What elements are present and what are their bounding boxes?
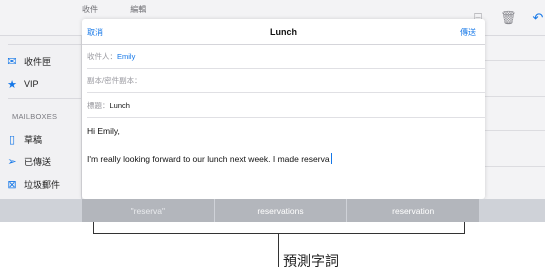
body-text[interactable]: I'm really looking forward to our lunch … [87,154,330,164]
document-icon: ▯ [8,133,16,146]
subject-field[interactable]: 標題： Lunch [87,94,485,118]
sidebar-item-label: 垃圾郵件 [24,179,61,190]
message-list-edge [485,36,545,222]
callout-line [278,234,279,267]
predictive-bar: "reserva" reservations reservation [82,199,480,222]
prediction-suggestion[interactable]: reservations [213,199,347,222]
mailboxes-header: MAILBOXES [12,112,58,121]
reply-icon[interactable]: ↶ [530,10,545,26]
sidebar-item-vip[interactable]: ★ VIP [0,73,82,95]
callout-bracket [93,222,465,234]
callout-label: 預測字詞 [283,253,339,269]
cc-bcc-field[interactable]: 副本/密件副本： [87,69,485,93]
sidebar-item-sent[interactable]: ➢ 已傳送 [0,150,82,172]
compose-nav-bar: 取消 Lunch 傳送 [82,19,485,45]
divider [485,60,545,61]
compose-sheet: 取消 Lunch 傳送 收件人： Emily 副本/密件副本： 標題： Lunc… [82,19,485,199]
prediction-suggestion[interactable]: reservation [346,199,480,222]
sidebar-item-label: VIP [24,79,39,89]
body-greeting[interactable]: Hi Emily, [87,126,120,136]
junk-icon: ⊠ [7,178,17,191]
inbox-icon: ✉ [7,55,17,68]
divider [485,130,545,131]
sidebar-item-inbox[interactable]: ✉ 收件匣 [0,50,82,72]
mailbox-sidebar: ✉ 收件匣 ★ VIP MAILBOXES ▯ 草稿 ➢ 已傳送 ⊠ 垃圾郵件 [0,36,82,222]
sidebar-item-label: 已傳送 [24,156,52,167]
sidebar-item-label: 收件匣 [24,56,52,67]
compose-title: Lunch [270,27,297,37]
send-button[interactable]: 傳送 [460,27,476,38]
trash-icon[interactable]: 🗑 [500,10,517,26]
to-recipient[interactable]: Emily [117,52,135,61]
cc-bcc-label: 副本/密件副本： [87,76,142,85]
divider [485,96,545,97]
divider [8,98,82,99]
sidebar-item-label: 草稿 [24,134,43,145]
text-caret [330,153,332,164]
mailbox-title: 收件 [82,5,98,14]
prediction-typed-word[interactable]: "reserva" [82,199,214,222]
subject-label: 標題： [87,101,110,110]
sidebar-item-junk[interactable]: ⊠ 垃圾郵件 [0,173,82,195]
body-text-line[interactable]: I'm really looking forward to our lunch … [87,153,332,164]
subject-value[interactable]: Lunch [110,101,130,110]
divider [8,44,82,45]
to-field[interactable]: 收件人： Emily [87,45,485,69]
edit-button[interactable]: 編輯 [130,5,146,14]
send-icon: ➢ [7,155,17,168]
divider [485,166,545,167]
toolbar-left: 收件 編輯 [82,4,192,14]
sidebar-item-drafts[interactable]: ▯ 草稿 [0,128,82,150]
star-icon: ★ [7,78,17,91]
to-label: 收件人： [87,52,117,61]
